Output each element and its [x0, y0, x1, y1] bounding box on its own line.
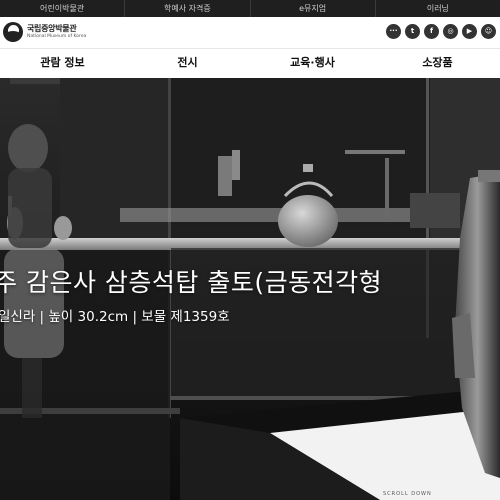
nav-item-visitor-info[interactable]: 관람 정보 [0, 49, 125, 78]
museum-seal-icon[interactable]: ☺ [481, 24, 496, 39]
instagram-icon[interactable]: ◎ [443, 24, 458, 39]
chat-icon[interactable]: ··· [386, 24, 401, 39]
utility-bar: 어린이박물관 학예사 자격증 e뮤지엄 이러닝 [0, 0, 500, 17]
utility-link-emuseum[interactable]: e뮤지엄 [249, 0, 375, 17]
site-header: 국립중앙박물관 National Museum of Korea ··· t f… [0, 17, 500, 48]
nav-item-education-events[interactable]: 교육·행사 [250, 49, 375, 78]
main-navigation: 관람 정보 전시 교육·행사 소장품 [0, 48, 500, 79]
museum-emblem-icon [3, 22, 23, 42]
hero-title: 주 감은사 삼층석탑 출토(금동전각형 [0, 268, 383, 297]
social-links: ··· t f ◎ ▶ ☺ [386, 24, 496, 39]
nav-item-exhibitions[interactable]: 전시 [125, 49, 250, 78]
utility-link-childrens-museum[interactable]: 어린이박물관 [0, 0, 124, 17]
logo-text: 국립중앙박물관 National Museum of Korea [27, 24, 86, 40]
nav-item-collections[interactable]: 소장품 [375, 49, 500, 78]
facebook-icon[interactable]: f [424, 24, 439, 39]
scroll-down-label[interactable]: SCROLL DOWN [383, 491, 432, 497]
museum-logo[interactable]: 국립중앙박물관 National Museum of Korea [3, 22, 86, 42]
logo-name-english: National Museum of Korea [27, 34, 87, 39]
hero-artifact-meta: 일신라 | 높이 30.2cm | 보물 제1359호 [0, 309, 230, 325]
utility-link-curator-certificate[interactable]: 학예사 자격증 [124, 0, 249, 17]
twitter-icon[interactable]: t [405, 24, 420, 39]
utility-link-elearning[interactable]: 이러닝 [374, 0, 500, 17]
logo-name-korean: 국립중앙박물관 [27, 24, 77, 33]
hero-banner[interactable]: 주 감은사 삼층석탑 출토(금동전각형 일신라 | 높이 30.2cm | 보물… [0, 78, 500, 500]
youtube-icon[interactable]: ▶ [462, 24, 477, 39]
